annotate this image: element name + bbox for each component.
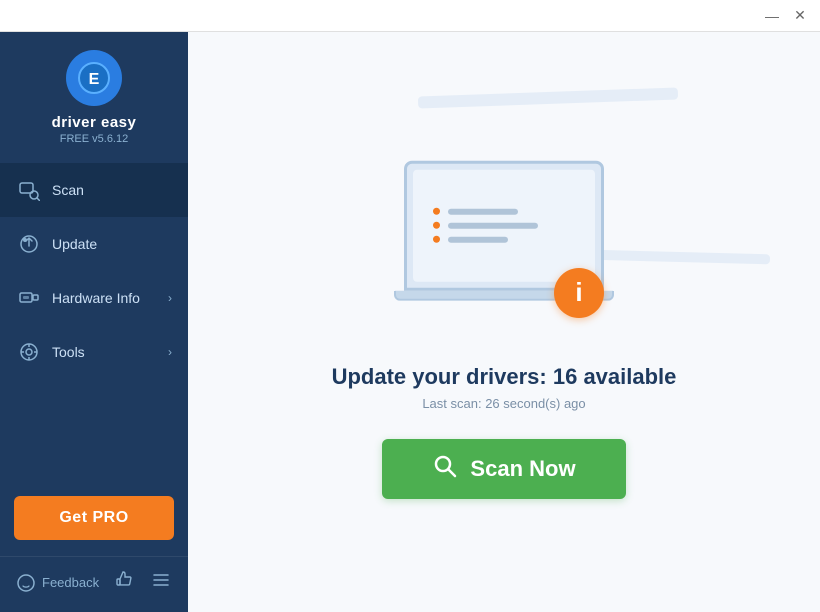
update-icon: [16, 231, 42, 257]
logo-area: E driver easy FREE v5.6.12: [0, 32, 188, 159]
screen-dot-3: [433, 236, 440, 243]
title-bar: — ✕: [0, 0, 820, 32]
sidebar: E driver easy FREE v5.6.12 S: [0, 32, 188, 612]
scan-label: Scan: [52, 182, 172, 198]
svg-text:E: E: [89, 71, 100, 88]
main-title: Update your drivers: 16 available: [332, 364, 677, 390]
screen-bar-2: [448, 222, 538, 228]
screen-line-3: [433, 236, 508, 243]
sidebar-footer: Feedback: [0, 556, 188, 612]
sidebar-item-tools[interactable]: Tools ›: [0, 325, 188, 379]
screen-dot-1: [433, 208, 440, 215]
tools-icon: [16, 339, 42, 365]
get-pro-button[interactable]: Get PRO: [14, 496, 174, 540]
close-button[interactable]: ✕: [788, 4, 812, 28]
hardware-info-label: Hardware Info: [52, 290, 168, 306]
scan-now-label: Scan Now: [470, 456, 575, 482]
tools-label: Tools: [52, 344, 168, 360]
scan-now-icon: [432, 453, 458, 485]
screen-line-1: [433, 208, 518, 215]
app-window: — ✕ E driver easy FREE v5.6.12: [0, 0, 820, 612]
screen-dot-2: [433, 222, 440, 229]
list-icon[interactable]: [150, 569, 172, 596]
screen-line-2: [433, 222, 538, 229]
laptop-illustration: i: [344, 146, 664, 346]
info-badge: i: [554, 268, 604, 318]
laptop-screen-content: [413, 169, 595, 281]
screen-bar-3: [448, 236, 508, 242]
nav-menu: Scan Update: [0, 163, 188, 486]
main-subtitle: Last scan: 26 second(s) ago: [422, 396, 585, 411]
thumbs-up-icon[interactable]: [114, 569, 136, 596]
deco-bar-1: [418, 87, 678, 108]
hardware-icon: [16, 285, 42, 311]
tools-arrow: ›: [168, 345, 172, 359]
main-content: E driver easy FREE v5.6.12 S: [0, 32, 820, 612]
logo-text: driver easy: [52, 114, 137, 131]
feedback-label: Feedback: [42, 575, 99, 590]
screen-bar-1: [448, 208, 518, 214]
logo-icon: E: [66, 50, 122, 106]
sidebar-item-scan[interactable]: Scan: [0, 163, 188, 217]
scan-now-button[interactable]: Scan Now: [382, 439, 625, 499]
scan-icon: [16, 177, 42, 203]
update-label: Update: [52, 236, 172, 252]
sidebar-item-hardware-info[interactable]: Hardware Info ›: [0, 271, 188, 325]
minimize-button[interactable]: —: [760, 4, 784, 28]
main-panel: i Update your drivers: 16 available Last…: [188, 32, 820, 612]
hardware-info-arrow: ›: [168, 291, 172, 305]
sidebar-item-update[interactable]: Update: [0, 217, 188, 271]
feedback-button[interactable]: Feedback: [16, 573, 99, 593]
logo-version: FREE v5.6.12: [60, 133, 128, 145]
